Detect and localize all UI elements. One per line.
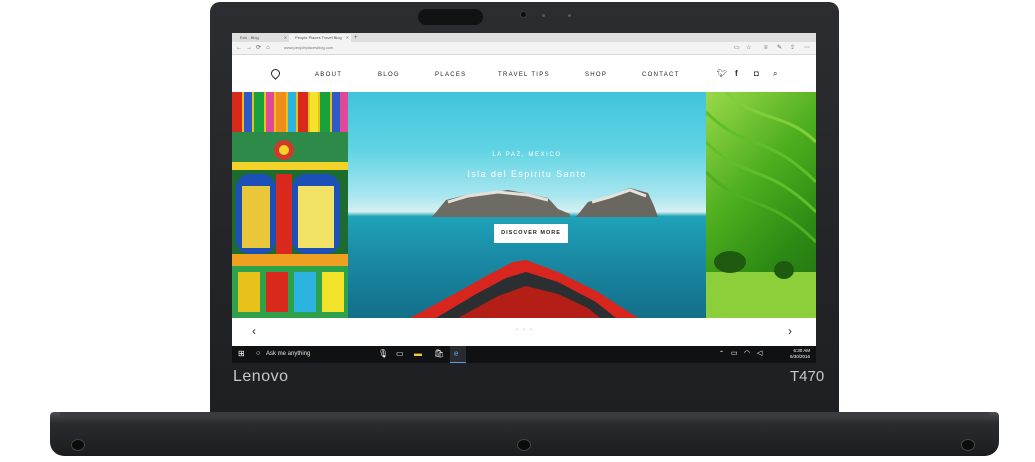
battery-icon[interactable]: ▭ (731, 349, 738, 359)
address-bar: ← → ⟳ ⌂ www.peopleplacesblog.com ▭ ☆ ≡ ✎… (232, 42, 816, 55)
refresh-icon[interactable]: ⟳ (256, 44, 261, 52)
share-icon[interactable]: ⇪ (790, 44, 795, 52)
fields-illustration (706, 92, 816, 318)
sensor-dot (542, 14, 545, 17)
slider-dots[interactable]: • • • (516, 327, 534, 333)
close-icon[interactable]: ✕ (284, 34, 287, 42)
hero-title: Isla del Espiritu Santo (467, 169, 587, 179)
sensor-dot (568, 14, 571, 17)
hero-background-image (410, 188, 658, 318)
edge-icon: e (454, 349, 459, 358)
twitter-icon[interactable]: 🐦︎ (717, 69, 727, 78)
new-tab-button[interactable]: + (352, 34, 362, 42)
rubber-foot (962, 440, 974, 450)
next-slide-arrow-icon[interactable]: › (788, 325, 792, 337)
rubber-foot (72, 440, 84, 450)
tab-label: Edo - Blog (240, 35, 259, 40)
taskbar: ⊞ ○ Ask me anything 🎙︎ ▭ ▬ 🛍︎ e ⌃ ▭ ◠ ◁ … (232, 346, 816, 363)
url-field[interactable]: www.peopleplacesblog.com (284, 45, 333, 51)
back-arrow-icon[interactable]: ← (236, 44, 242, 52)
volume-icon[interactable]: ◁ (757, 349, 762, 359)
reading-view-icon[interactable]: ▭ (734, 44, 740, 52)
nav-shop[interactable]: SHOP (585, 71, 607, 79)
windows-start-icon[interactable]: ⊞ (238, 349, 245, 359)
clock-date: 6/30/2016 (789, 354, 810, 359)
webcam-bar (418, 9, 483, 25)
nav-places[interactable]: PLACES (435, 71, 466, 79)
nav-travel-tips[interactable]: TRAVEL TIPS (498, 71, 550, 79)
more-icon[interactable]: ⋯ (804, 44, 810, 52)
instagram-icon[interactable]: ◘ (754, 69, 759, 78)
edge-taskbar-button[interactable]: e (450, 346, 466, 363)
nav-contact[interactable]: CONTACT (642, 71, 680, 79)
brand-logo: Lenovo (233, 368, 289, 385)
hero-image-green-fields[interactable] (706, 92, 816, 318)
store-icon[interactable]: 🛍︎ (434, 349, 444, 359)
search-input[interactable]: Ask me anything (266, 351, 310, 358)
file-explorer-icon[interactable]: ▬ (414, 349, 422, 359)
hero-image-colorful-facade[interactable] (232, 92, 348, 318)
tab-label: People Places Travel Blog (295, 35, 342, 40)
close-icon[interactable]: ✕ (346, 34, 349, 42)
cortana-circle-icon[interactable]: ○ (256, 349, 260, 359)
task-view-icon[interactable]: ▭ (396, 349, 404, 359)
hero-kicker: LA PAZ, MEXICO (492, 152, 562, 158)
notes-icon[interactable]: ✎ (777, 44, 782, 52)
clock[interactable]: 6:30 AM 6/30/2016 (790, 348, 810, 360)
tab-strip: Edo - Blog ✕ People Places Travel Blog ✕… (232, 33, 816, 42)
discover-more-button[interactable]: DISCOVER MORE (494, 224, 568, 243)
home-icon[interactable]: ⌂ (266, 44, 270, 52)
show-hidden-icons-icon[interactable]: ⌃ (719, 349, 724, 359)
forward-arrow-icon[interactable]: → (246, 44, 252, 52)
slider-controls: ‹ • • • › (232, 318, 816, 346)
model-label: T470 (790, 368, 825, 385)
screen: Edo - Blog ✕ People Places Travel Blog ✕… (232, 33, 816, 363)
nav-blog[interactable]: BLOG (378, 71, 400, 79)
search-icon[interactable]: ⌕ (773, 69, 777, 78)
wifi-icon[interactable]: ◠ (744, 349, 750, 359)
site-header: ABOUT BLOG PLACES TRAVEL TIPS SHOP CONTA… (232, 56, 816, 92)
hinge (60, 412, 989, 418)
webcam-icon (521, 12, 526, 17)
hero-slide: LA PAZ, MEXICO Isla del Espiritu Santo D… (348, 92, 706, 318)
tab-edo-blog[interactable]: Edo - Blog ✕ (234, 34, 289, 42)
facebook-icon[interactable]: f (735, 69, 738, 78)
facade-illustration (232, 92, 348, 318)
rubber-foot (518, 440, 530, 450)
tab-people-places[interactable]: People Places Travel Blog ✕ (289, 34, 351, 42)
nav-about[interactable]: ABOUT (315, 71, 342, 79)
microphone-icon[interactable]: 🎙︎ (378, 349, 388, 359)
hub-icon[interactable]: ≡ (764, 44, 768, 52)
plus-icon: + (354, 35, 358, 41)
location-pin-logo-icon[interactable] (269, 67, 282, 80)
previous-slide-arrow-icon[interactable]: ‹ (252, 325, 256, 337)
favorite-star-icon[interactable]: ☆ (746, 44, 751, 52)
